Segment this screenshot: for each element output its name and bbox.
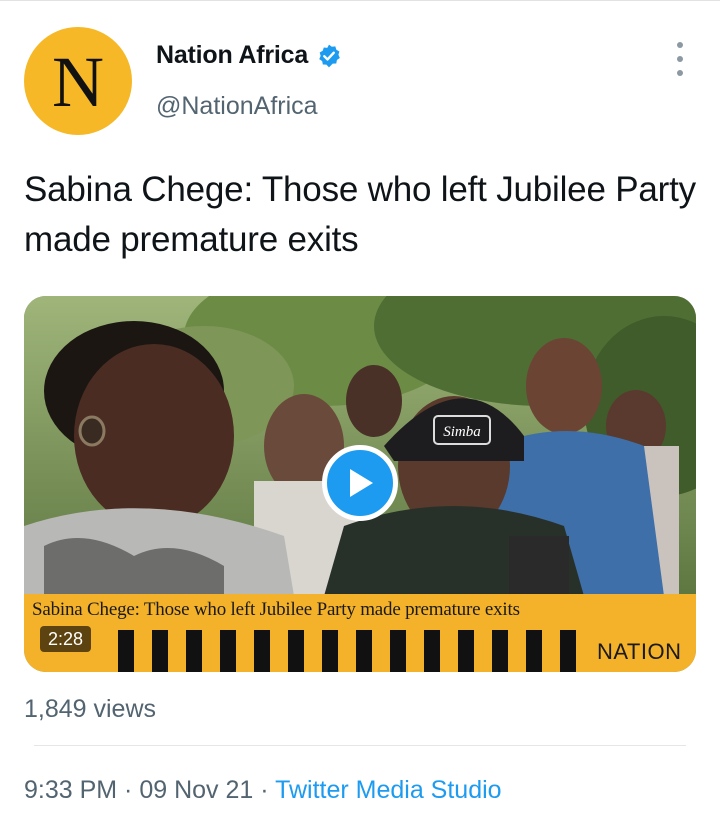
tweet-text: Sabina Chege: Those who left Jubilee Par… (24, 170, 696, 259)
dot-icon (677, 56, 683, 62)
separator: · (253, 776, 276, 804)
separator: · (117, 776, 140, 804)
cap-logo: Simba (443, 424, 481, 440)
avatar-letter: N (52, 42, 104, 122)
more-options-button[interactable] (667, 42, 693, 76)
top-divider (0, 0, 720, 1)
display-name-row[interactable]: Nation Africa (156, 41, 342, 70)
dot-icon (677, 70, 683, 76)
divider (34, 745, 686, 746)
video-brand: NATION (597, 639, 682, 664)
stripe-bar (118, 630, 576, 672)
avatar[interactable]: N (24, 27, 132, 135)
verified-badge-icon (319, 44, 340, 67)
dot-icon (677, 42, 683, 48)
tweet-meta: 9:33 PM · 09 Nov 21 · Twitter Media Stud… (24, 776, 502, 805)
tweet-date[interactable]: 09 Nov 21 (139, 776, 253, 804)
video-duration: 2:28 (40, 626, 92, 652)
display-name[interactable]: Nation Africa (156, 41, 308, 70)
account-handle[interactable]: @NationAfrica (156, 92, 318, 121)
play-button[interactable] (322, 445, 398, 521)
tweet-time[interactable]: 9:33 PM (24, 776, 117, 804)
view-count: 1,849 views (24, 695, 157, 723)
play-icon (350, 469, 373, 497)
video-player[interactable]: Simba Sabina Chege: Those who left Jubil… (24, 296, 696, 672)
video-caption: Sabina Chege: Those who left Jubilee Par… (32, 599, 520, 620)
tweet-source-link[interactable]: Twitter Media Studio (275, 776, 502, 804)
